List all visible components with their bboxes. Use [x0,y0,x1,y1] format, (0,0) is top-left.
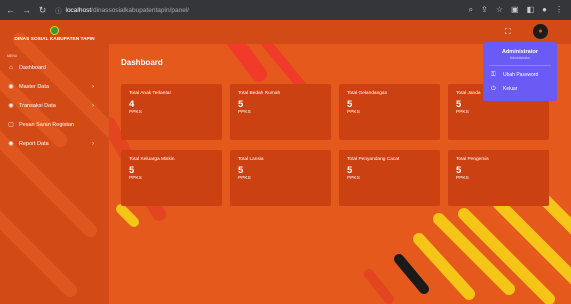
card-unit: PPKS [456,176,469,181]
card-unit: PPKS [129,176,142,181]
sidebar-item-label: Dashboard [19,64,46,71]
logo-icon [50,26,59,35]
extensions-icon[interactable]: ▣ [511,5,519,15]
sidebar-item-label: Transaksi Data [19,102,56,109]
card-unit: PPKS [238,110,251,115]
circle-icon: ◉ [8,103,14,109]
card-title: Total Anak Terlantar [129,91,172,96]
menu-item-label: Keluar [503,86,518,92]
message-icon: ▢ [8,122,14,128]
card-title: Total Lansia [238,157,264,162]
user-dropdown: Administrator Administrator ⚿ Ubah Passw… [483,42,557,101]
user-name: Administrator [501,49,539,55]
change-password-item[interactable]: ⚿ Ubah Password [483,68,557,82]
menu-item-label: Ubah Password [503,72,539,78]
stat-card-keluarga-miskin[interactable]: Total Keluarga Miskin 5 PPKS [121,150,222,206]
sidepanel-icon[interactable]: ◧ [527,5,535,15]
card-title: Total Pengemis [456,157,489,162]
reload-icon[interactable]: ↻ [38,5,47,16]
more-icon[interactable]: ⋮ [555,5,563,15]
circle-icon: ◉ [8,141,14,147]
card-title: Total Penyandang Cacat [347,157,400,162]
sidebar-item-report-data[interactable]: ◉ Report Data › [0,134,109,153]
user-role: Administrator [509,56,531,60]
card-unit: PPKS [347,110,360,115]
chevron-right-icon: › [92,140,94,147]
card-value: 5 [129,165,135,176]
chevron-right-icon: › [92,102,94,109]
sidebar-item-pesan-saran[interactable]: ▢ Pesan Saran Registan [0,115,109,134]
share-icon[interactable]: ⇪ [481,5,488,15]
card-value: 5 [238,99,244,110]
star-icon[interactable]: ☆ [496,5,503,15]
fullscreen-icon[interactable]: ⛶ [505,27,511,37]
sidebar-item-master-data[interactable]: ◉ Master Data › [0,77,109,96]
card-title: Total Keluarga Miskin [129,157,175,162]
logout-item[interactable]: ⏻ Keluar [483,82,557,96]
page-title: Dashboard [121,58,163,67]
card-value: 4 [129,99,135,110]
card-value: 5 [347,165,353,176]
menu-section-label: MENU [7,54,18,58]
card-unit: PPKS [129,110,142,115]
lock-icon: ⚿ [491,71,496,78]
home-icon: ⌂ [9,64,13,71]
search-icon[interactable]: ⌕ [469,5,473,15]
browser-tools: ⌕ ⇪ ☆ ▣ ◧ ● ⋮ [469,5,571,15]
stat-card-anak-terlantar[interactable]: Total Anak Terlantar 4 PPKS [121,84,222,140]
sidebar-item-label: Report Data [19,140,49,147]
card-value: 5 [456,165,462,176]
url-host: localhost [65,6,92,14]
browser-toolbar: ← → ↻ ⓘ localhost/dinassosialkabupatenta… [0,0,571,20]
topbar: ⛶ ● [109,20,571,44]
profile-icon[interactable]: ● [542,5,547,15]
sidebar-item-transaksi-data[interactable]: ◉ Transaksi Data › [0,96,109,115]
sidebar-item-label: Pesan Saran Registan [19,121,75,128]
avatar[interactable]: ● [533,24,548,39]
stat-card-gelandangan[interactable]: Total Gelandangan 5 PPKS [339,84,440,140]
sidebar: DINAS SOSIAL KABUPATEN TAPIN MENU ⌂ Dash… [0,20,109,304]
card-title: Total Gelandangan [347,91,388,96]
card-value: 5 [238,165,244,176]
stat-card-penyandang-cacat[interactable]: Total Penyandang Cacat 5 PPKS [339,150,440,206]
card-unit: PPKS [456,110,469,115]
stat-card-lansia[interactable]: Total Lansia 5 PPKS [230,150,331,206]
brand-name: DINAS SOSIAL KABUPATEN TAPIN [14,37,95,42]
back-icon[interactable]: ← [6,5,15,16]
browser-nav: ← → ↻ [0,5,47,16]
circle-icon: ◉ [8,84,14,90]
stat-card-pengemis[interactable]: Total Pengemis 5 PPKS [448,150,549,206]
card-unit: PPKS [347,176,360,181]
chevron-right-icon: › [92,83,94,90]
power-icon: ⏻ [491,85,496,92]
sidebar-item-label: Master Data [19,83,49,90]
forward-icon[interactable]: → [22,5,31,16]
info-icon: ⓘ [55,8,62,15]
brand[interactable]: DINAS SOSIAL KABUPATEN TAPIN [0,20,109,48]
card-unit: PPKS [238,176,251,181]
address-bar[interactable]: ⓘ localhost/dinassosialkabupatentapin/pa… [55,4,469,17]
stat-card-bedah-rumah[interactable]: Total Bedah Rumah 5 PPKS [230,84,331,140]
sidebar-item-dashboard[interactable]: ⌂ Dashboard [0,58,109,77]
dropdown-divider [489,65,551,66]
url-path: /dinassosialkabupatentapin/panel/ [91,6,190,14]
card-value: 5 [347,99,353,110]
card-title: Total Bedah Rumah [238,91,281,96]
